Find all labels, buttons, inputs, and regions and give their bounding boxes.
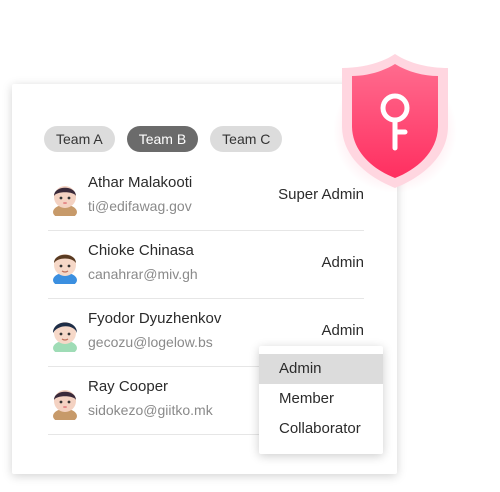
tab-team-b[interactable]: Team B <box>126 126 199 152</box>
avatar <box>53 322 77 352</box>
user-email: gecozu@logelow.bs <box>88 334 213 350</box>
avatar <box>53 254 77 284</box>
user-name: Athar Malakooti <box>88 174 193 191</box>
tab-team-c[interactable]: Team C <box>210 126 283 152</box>
user-email: sidokezo@giitko.mk <box>88 402 213 418</box>
menu-item-member[interactable]: Member <box>259 384 383 414</box>
avatar <box>53 186 77 216</box>
role-select[interactable]: Admin <box>321 254 364 271</box>
menu-item-admin[interactable]: Admin <box>259 354 383 384</box>
user-row-athar: Athar Malakooti ti@edifawag.gov Super Ad… <box>48 162 364 231</box>
team-tabs: Team A Team B Team C <box>44 126 283 152</box>
user-name: Ray Cooper <box>88 378 169 395</box>
user-name: Chioke Chinasa <box>88 242 194 259</box>
user-name: Fyodor Dyuzhenkov <box>88 310 222 327</box>
user-email: canahrar@miv.gh <box>88 266 198 282</box>
user-email: ti@edifawag.gov <box>88 198 192 214</box>
user-row-chioke: Chioke Chinasa canahrar@miv.gh Admin <box>48 230 364 299</box>
role-dropdown-menu: Admin Member Collaborator <box>259 346 383 454</box>
avatar <box>53 390 77 420</box>
role-select[interactable]: Admin <box>321 322 364 339</box>
shield-key-icon <box>333 54 457 193</box>
tab-team-a[interactable]: Team A <box>44 126 115 152</box>
menu-item-collaborator[interactable]: Collaborator <box>259 414 383 444</box>
